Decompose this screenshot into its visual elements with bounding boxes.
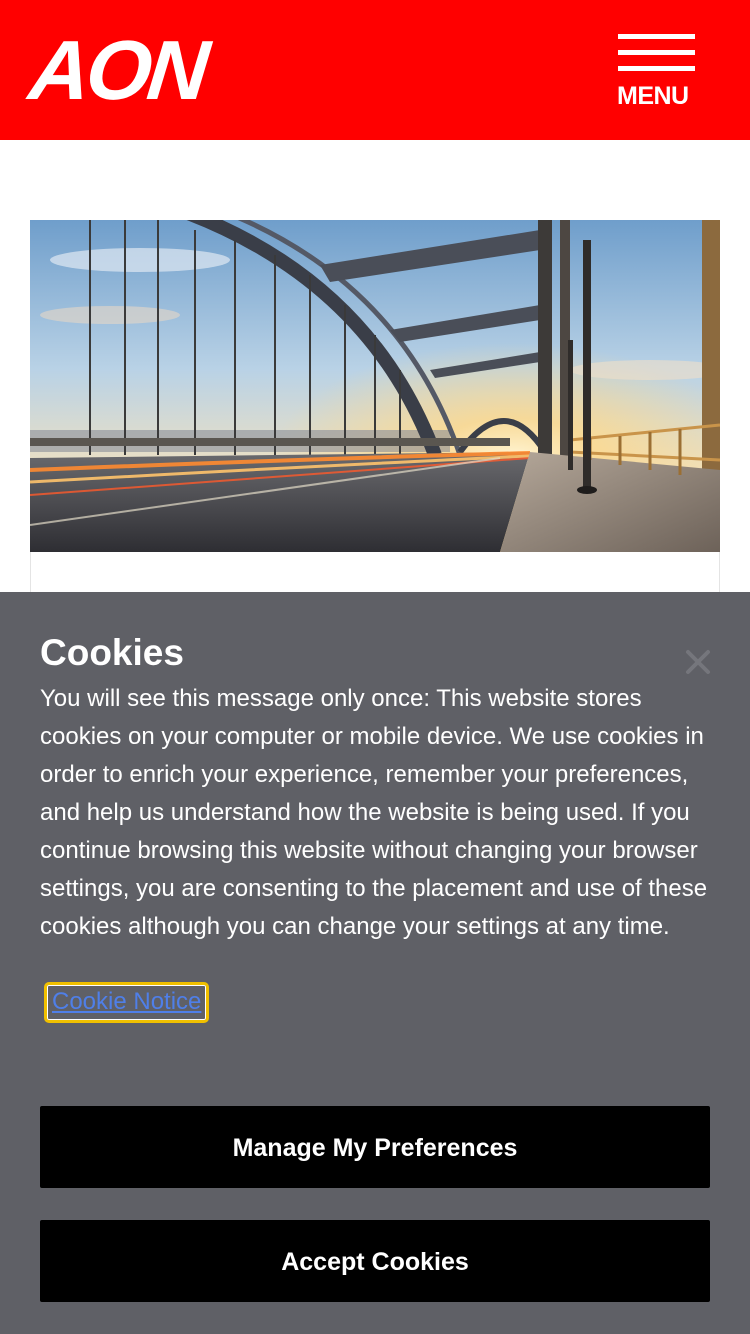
menu-label: MENU: [617, 82, 689, 110]
manage-preferences-button[interactable]: Manage My Preferences: [40, 1106, 710, 1188]
site-header: AON MENU: [0, 0, 750, 140]
cookie-notice-link[interactable]: Cookie Notice: [44, 982, 210, 1023]
hamburger-icon: [618, 34, 695, 39]
close-icon[interactable]: [676, 640, 720, 684]
cookie-banner-title: Cookies: [40, 632, 184, 673]
page: AON MENU Cookies You will see this messa…: [0, 0, 750, 1334]
hero-image: [30, 220, 720, 552]
accept-cookies-button[interactable]: Accept Cookies: [40, 1220, 710, 1302]
hamburger-icon-bar-2: [618, 50, 695, 55]
hamburger-icon-bar-3: [618, 66, 695, 71]
menu-button[interactable]: MENU: [612, 30, 702, 114]
cookie-banner: Cookies You will see this message only o…: [0, 592, 750, 1334]
cookie-banner-body: You will see this message only once: Thi…: [40, 685, 708, 940]
aon-logo[interactable]: AON: [25, 23, 210, 117]
